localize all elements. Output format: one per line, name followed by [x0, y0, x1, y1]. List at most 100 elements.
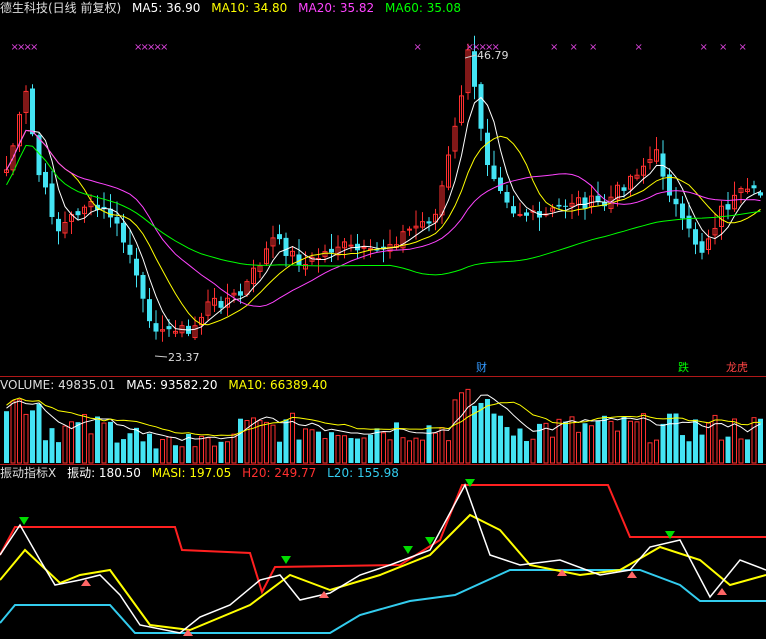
candle-body — [127, 244, 133, 255]
volume-bar — [114, 442, 120, 463]
volume-bar — [719, 439, 724, 464]
x-marker: × — [550, 42, 558, 53]
volume-bar — [355, 438, 360, 463]
x-marker: × — [414, 42, 422, 53]
candle-body — [693, 229, 698, 245]
volume-bar — [361, 437, 367, 464]
volume-bar — [569, 416, 575, 464]
volume-ma10-line — [6, 397, 761, 437]
volume-bar — [153, 448, 159, 463]
volume-bar — [485, 399, 490, 463]
volume-bar — [257, 420, 263, 464]
x-marker: × — [739, 42, 747, 53]
volume-bar — [732, 418, 737, 464]
candle-body — [407, 228, 412, 231]
volume-bar — [10, 400, 16, 464]
candle-body — [511, 206, 516, 214]
candle-body — [140, 274, 146, 299]
x-marker: × — [589, 42, 597, 53]
candle-body — [524, 212, 529, 216]
volume-ma10: MA10: 66389.40 — [228, 378, 328, 392]
x-marker: × — [30, 42, 38, 53]
candle-body — [485, 132, 490, 166]
volume-bar — [270, 424, 276, 464]
volume-bar — [95, 416, 100, 463]
volume-bar — [316, 431, 321, 463]
candle-body — [348, 244, 354, 247]
volume-bar — [576, 431, 581, 464]
finance-marker[interactable]: 财 — [476, 359, 487, 375]
volume-bar — [459, 392, 464, 464]
volume-bar — [511, 435, 516, 463]
candle-body — [166, 326, 172, 330]
candle-body — [504, 192, 510, 203]
x-marker: × — [700, 42, 708, 53]
price-panel[interactable]: 德生科技(日线 前复权) MA5: 36.90 MA10: 34.80 MA20… — [0, 0, 766, 376]
volume-bar — [296, 439, 302, 463]
volume-panel[interactable]: VOLUME: 49835.01 MA5: 93582.20 MA10: 663… — [0, 377, 766, 464]
ma20-label: MA20: 35.82 — [298, 1, 375, 15]
volume-bar — [49, 428, 55, 463]
volume-bar — [758, 418, 763, 463]
candle-body — [49, 183, 55, 217]
candle-body — [426, 221, 432, 224]
ma60-label: MA60: 35.08 — [385, 1, 462, 15]
volume-bar — [589, 425, 594, 464]
volume-bar — [686, 441, 692, 463]
candlestick-chart[interactable]: ×××× ××××× × ××××× × × × × × × × — [0, 0, 766, 376]
masi-label: MASI: 197.05 — [151, 466, 232, 480]
candle-body — [238, 291, 243, 296]
volume-bar — [192, 446, 198, 464]
volume-bar — [264, 421, 269, 464]
candle-body — [725, 204, 731, 210]
volume-bar — [56, 442, 61, 463]
candle-body — [218, 301, 224, 308]
volume-bar — [199, 435, 204, 464]
sell-arrow-icon — [403, 546, 413, 554]
oscillator-chart[interactable] — [0, 465, 766, 639]
volume-ma5: MA5: 93582.20 — [126, 378, 218, 392]
sell-arrow-icon — [281, 556, 291, 564]
fall-marker[interactable]: 跌 — [678, 359, 689, 375]
volume-ma5-line — [6, 394, 761, 441]
volume-bar — [413, 437, 419, 464]
candle-body — [361, 246, 367, 249]
candle-body — [43, 171, 48, 188]
candle-body — [563, 205, 568, 207]
volume-bar — [504, 427, 510, 463]
volume-bar — [231, 433, 237, 464]
volume-bar — [218, 441, 224, 463]
ma10-label: MA10: 34.80 — [211, 1, 288, 15]
candle-body — [75, 211, 81, 216]
volume-bar — [75, 422, 81, 463]
volume-bar — [465, 388, 471, 464]
volume-bar — [17, 399, 22, 464]
buy-arrow-icon — [717, 588, 727, 595]
volume-bar — [563, 421, 568, 463]
volume-bar — [725, 436, 731, 463]
dragon-tiger-marker[interactable]: 龙虎 — [726, 359, 748, 375]
candle-body — [556, 204, 562, 207]
volume-bar — [680, 435, 685, 463]
x-marker: × — [570, 42, 578, 53]
volume-bar — [121, 439, 126, 463]
candle-body — [621, 187, 627, 191]
l20-label: L20: 155.98 — [327, 466, 399, 480]
low-price-label: 23.37 — [168, 351, 200, 364]
ma5-label: MA5: 36.90 — [132, 1, 201, 15]
ma10-line — [6, 129, 761, 326]
candle-body — [56, 218, 61, 232]
oscillator-panel[interactable]: 振动指标X 振动: 180.50 MASI: 197.05 H20: 249.7… — [0, 465, 766, 639]
volume-bar — [439, 427, 445, 464]
candle-body — [329, 248, 334, 253]
volume-bar — [615, 430, 620, 464]
volume-bar — [478, 402, 484, 463]
volume-bar — [160, 439, 165, 464]
buy-arrow-icon — [627, 571, 637, 578]
volume-bar — [387, 439, 393, 464]
volume-bar — [381, 432, 386, 464]
candle-body — [517, 213, 523, 216]
candle-body — [147, 299, 152, 322]
volume-bar — [699, 434, 705, 463]
volume-bar — [166, 436, 172, 464]
